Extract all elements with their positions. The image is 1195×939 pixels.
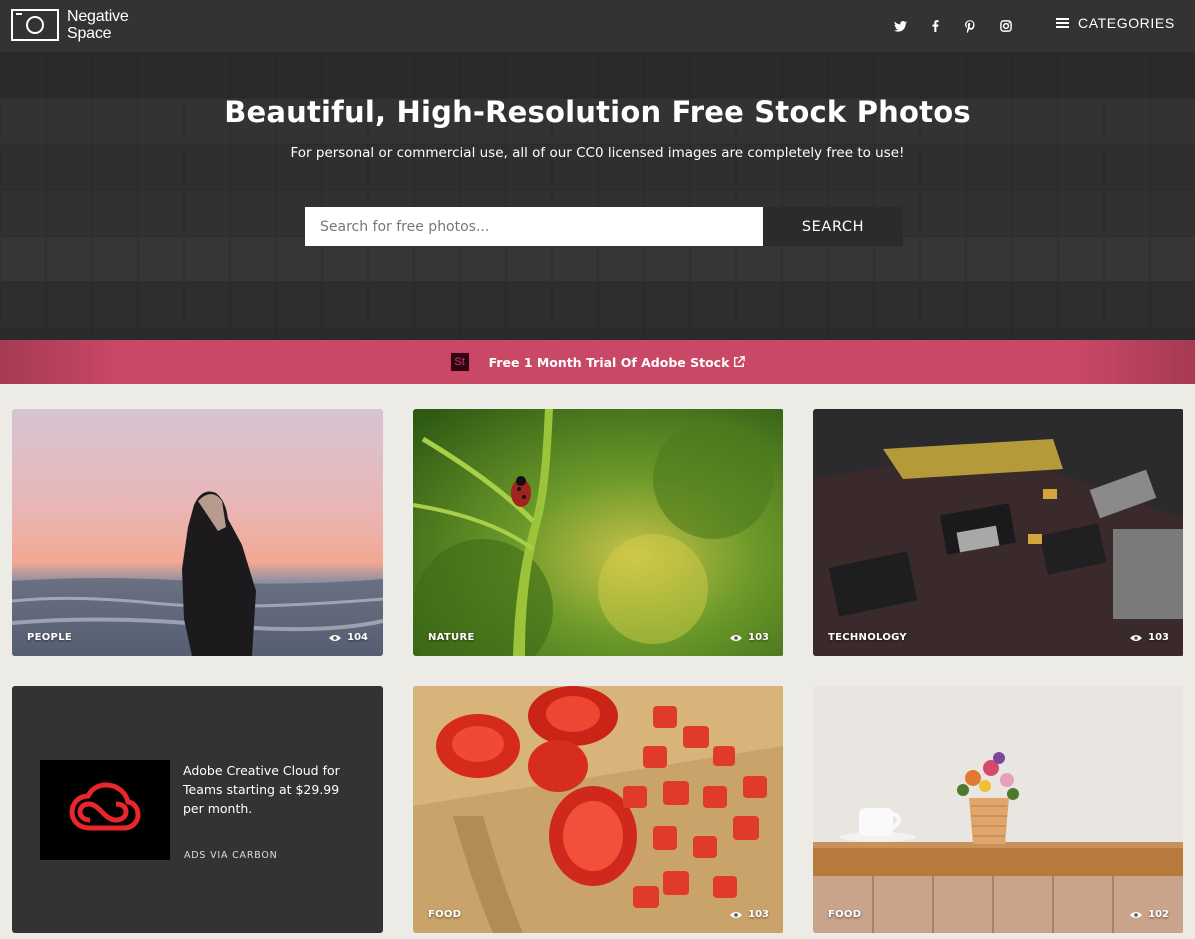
card-category: FOOD [428, 909, 462, 920]
card-views-count: 103 [1148, 632, 1169, 643]
adobe-stock-promo-bar[interactable]: St Free 1 Month Trial Of Adobe Stock [0, 340, 1195, 384]
logo-line-2: Space [67, 25, 112, 42]
twitter-link[interactable] [891, 17, 909, 35]
card-views: 104 [329, 632, 368, 643]
card-category: PEOPLE [27, 632, 72, 643]
pinterest-icon [965, 19, 975, 33]
adobe-creative-cloud-icon [69, 782, 141, 831]
card-views-count: 103 [748, 632, 769, 643]
card-views: 103 [730, 909, 769, 920]
eye-icon [730, 911, 743, 918]
ad-text[interactable]: Adobe Creative Cloud for Teams starting … [183, 761, 353, 818]
facebook-link[interactable] [926, 17, 944, 35]
carbon-ad-card: Adobe Creative Cloud for Teams starting … [12, 686, 383, 933]
instagram-link[interactable] [997, 17, 1015, 35]
instagram-icon [1000, 20, 1012, 32]
eye-icon [1130, 911, 1143, 918]
card-category: NATURE [428, 632, 475, 643]
eye-icon [730, 634, 743, 641]
top-navbar: Negative Space CATEGORIES [0, 0, 1195, 52]
hero-title: Beautiful, High-Resolution Free Stock Ph… [224, 95, 971, 129]
categories-menu-button[interactable]: CATEGORIES [1056, 15, 1175, 31]
card-views: 103 [730, 632, 769, 643]
photo-ladybug-stem [413, 409, 783, 656]
photo-card-people[interactable]: PEOPLE 104 [12, 409, 383, 656]
logo-line-1: Negative [67, 8, 129, 25]
search-input[interactable] [305, 207, 763, 246]
pinterest-link[interactable] [961, 17, 979, 35]
photo-woman-beach-sunset [12, 409, 383, 656]
categories-label: CATEGORIES [1078, 15, 1175, 31]
adobe-stock-icon: St [449, 352, 470, 372]
photo-coffee-cup-flower-pot [813, 686, 1183, 933]
card-category: TECHNOLOGY [828, 632, 907, 643]
facebook-icon [932, 20, 938, 32]
photo-card-food-coffee-flowers[interactable]: FOOD 102 [813, 686, 1184, 933]
photo-card-food-tomatoes[interactable]: FOOD 103 [413, 686, 784, 933]
promo-text: Free 1 Month Trial Of Adobe Stock [488, 354, 730, 370]
eye-icon [329, 634, 342, 641]
hero-subtitle: For personal or commercial use, all of o… [290, 145, 905, 161]
logo[interactable]: Negative Space [10, 8, 129, 42]
photo-chopped-tomatoes [413, 686, 783, 933]
photo-circuit-board [813, 409, 1183, 656]
photo-card-technology[interactable]: TECHNOLOGY 103 [813, 409, 1184, 656]
ads-via-carbon-link[interactable]: ADS VIA CARBON [184, 850, 278, 861]
search-button[interactable]: SEARCH [763, 207, 903, 246]
camera-logo-icon [11, 9, 59, 41]
hamburger-icon [1056, 18, 1069, 28]
logo-text: Negative Space [67, 8, 129, 42]
card-views-count: 104 [347, 632, 368, 643]
eye-icon [1130, 634, 1143, 641]
card-views: 103 [1130, 632, 1169, 643]
twitter-icon [893, 20, 907, 32]
photo-card-nature[interactable]: NATURE 103 [413, 409, 784, 656]
card-views: 102 [1130, 909, 1169, 920]
card-views-count: 102 [1148, 909, 1169, 920]
card-views-count: 103 [748, 909, 769, 920]
external-link-icon [734, 356, 746, 367]
card-category: FOOD [828, 909, 862, 920]
hero-section: Beautiful, High-Resolution Free Stock Ph… [0, 52, 1195, 340]
ad-image[interactable] [40, 760, 170, 860]
